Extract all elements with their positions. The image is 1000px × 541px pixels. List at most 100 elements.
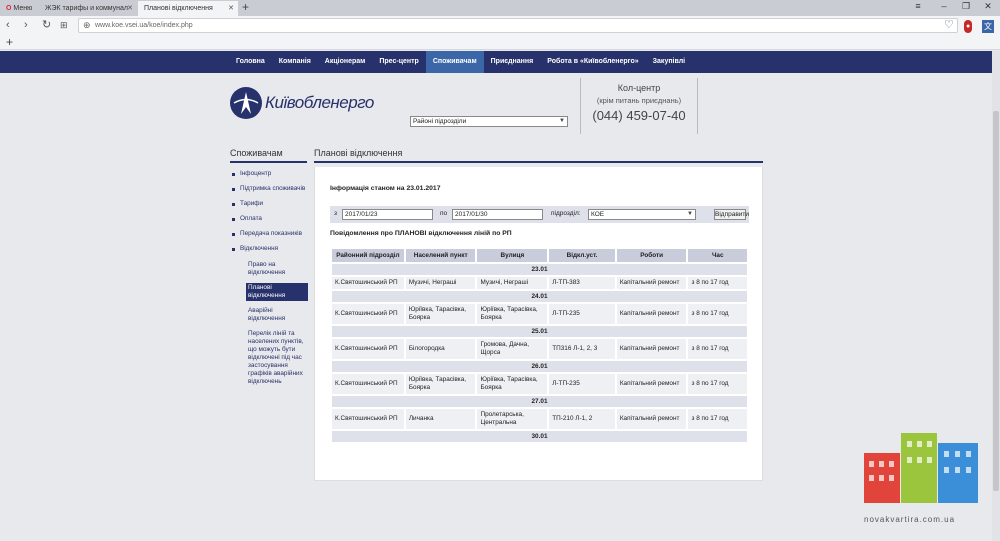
nav-company[interactable]: Компанія xyxy=(272,51,318,73)
close-icon[interactable]: ✕ xyxy=(228,1,234,16)
tab-zhek[interactable]: ЖЭК тарифы и коммунал ✕ xyxy=(39,1,137,16)
tab-label: Меню xyxy=(13,5,33,12)
sidebar-title: Споживачам xyxy=(230,148,283,158)
region-select[interactable]: Районі підрозділи ▼ xyxy=(410,116,568,127)
table-cell: ТП-210 Л-1, 2 xyxy=(549,409,615,429)
table-cell: Капітальний ремонт xyxy=(616,304,687,324)
minimize-icon[interactable]: – xyxy=(936,1,952,11)
chevron-down-icon: ▼ xyxy=(687,211,693,217)
filter-bar: з 2017/01/23 по 2017/01/30 підрозділ: КО… xyxy=(330,206,749,223)
table-cell: з 8 по 17 год xyxy=(688,304,747,324)
table-cell: Личанка xyxy=(405,409,476,429)
table-cell: з 8 по 17 год xyxy=(688,339,747,359)
call-center-subtitle: (крім питань приєднань) xyxy=(596,96,682,105)
sidebar-item-infocenter[interactable]: Інфоцентр xyxy=(230,170,308,178)
nav-press-center[interactable]: Прес-центр xyxy=(372,51,425,73)
table-cell: К.Святошинський РП xyxy=(332,409,404,429)
adblock-icon[interactable]: ● xyxy=(964,20,973,33)
tab-label: Планові відключення xyxy=(144,5,213,12)
sidebar-item-readings[interactable]: Передача показників xyxy=(230,230,308,238)
from-label: з xyxy=(334,210,337,217)
maximize-icon[interactable]: ❐ xyxy=(958,1,974,12)
table-cell: з 8 по 17 год xyxy=(688,277,747,289)
call-center-phone: (044) 459-07-40 xyxy=(592,108,686,123)
date-row: 25.01 xyxy=(332,326,747,337)
date-row: 27.01 xyxy=(332,396,747,407)
table-row: К.Святошинський РП Юріївка, Тарасівка, Б… xyxy=(332,374,747,394)
sidebar-sub-planned-outages[interactable]: Планові відключення xyxy=(246,283,308,301)
table-cell: Пролетарська, Центральна xyxy=(477,409,548,429)
sidebar-item-outages[interactable]: Відключення xyxy=(230,245,308,253)
nav-consumers[interactable]: Споживачам xyxy=(425,51,484,73)
table-row: К.Святошинський РП Юріївка, Тарасівка, Б… xyxy=(332,304,747,324)
reload-icon[interactable]: ↻ xyxy=(42,19,51,32)
date-cell: 24.01 xyxy=(332,291,747,302)
sidebar-item-support[interactable]: Підтримка споживачів xyxy=(230,185,308,193)
table-cell: Л-ТП-383 xyxy=(549,277,615,289)
date-from-input[interactable]: 2017/01/23 xyxy=(342,209,433,220)
table-row: К.Святошинський РП Музичі, Неграші Музич… xyxy=(332,277,747,289)
main-content: Інформація станом на 23.01.2017 з 2017/0… xyxy=(314,167,763,481)
new-tab-button[interactable]: + xyxy=(242,0,249,15)
nav-careers[interactable]: Робота в «Київобленерго» xyxy=(540,51,645,73)
heart-icon[interactable]: ♡ xyxy=(944,19,954,32)
back-icon[interactable]: ‹ xyxy=(6,19,10,32)
bookmarks-bar: + xyxy=(0,35,1000,50)
scrollbar[interactable] xyxy=(992,51,1000,541)
nav-home[interactable]: Головна xyxy=(229,51,272,73)
outages-table: Районний підрозділ Населений пункт Вулиц… xyxy=(330,247,749,444)
region-select-value: Районі підрозділи xyxy=(413,118,467,125)
unit-select[interactable]: КОЕ ▼ xyxy=(588,209,696,220)
table-cell: Музичі, Неграші xyxy=(405,277,476,289)
table-cell: Юріївка, Тарасівка, Боярка xyxy=(477,304,548,324)
logo-icon xyxy=(230,87,262,119)
nav-connection[interactable]: Приєднання xyxy=(484,51,541,73)
sidebar-item-payment[interactable]: Оплата xyxy=(230,215,308,223)
page-title: Планові відключення xyxy=(314,148,403,158)
sidebar-item-tariffs[interactable]: Тарифи xyxy=(230,200,308,208)
table-cell: Музичі, Неграші xyxy=(477,277,548,289)
unit-select-value: КОЕ xyxy=(591,211,605,218)
translate-icon[interactable]: 文 xyxy=(982,20,994,33)
col-header: Роботи xyxy=(616,249,687,262)
date-row: 30.01 xyxy=(332,431,747,442)
watermark-logo xyxy=(864,433,978,503)
info-date: Інформація станом на 23.01.2017 xyxy=(330,185,441,192)
browser-nav-bar: ‹ › ↻ ⊞ ⊕ www.koe.vsei.ua/koe/index.php … xyxy=(0,16,1000,35)
submit-button[interactable]: Відправити xyxy=(714,209,749,220)
opera-icon: O xyxy=(6,5,12,12)
sidebar-sub-emergency-outages[interactable]: Аварійні відключення xyxy=(246,306,308,324)
chevron-down-icon: ▼ xyxy=(559,118,565,124)
site-top-nav: Головна Компанія Акціонерам Прес-центр С… xyxy=(0,51,992,73)
table-cell: Капітальний ремонт xyxy=(616,277,687,289)
table-cell: К.Святошинський РП xyxy=(332,304,404,324)
table-header-row: Районний підрозділ Населений пункт Вулиц… xyxy=(332,249,747,262)
close-icon[interactable]: ✕ xyxy=(127,1,133,16)
nav-procurement[interactable]: Закупівлі xyxy=(646,51,692,73)
table-cell: ТП316 Л-1, 2, 3 xyxy=(549,339,615,359)
sidebar: Інфоцентр Підтримка споживачів Тарифи Оп… xyxy=(230,170,308,392)
tab-planned-outages[interactable]: Планові відключення ✕ xyxy=(138,1,238,16)
site-logo[interactable]: Київобленерго xyxy=(230,87,374,119)
sidebar-sub-right-to-disconnect[interactable]: Право на відключення xyxy=(246,260,308,278)
scrollbar-thumb[interactable] xyxy=(993,111,999,491)
col-header: Населений пункт xyxy=(405,249,476,262)
table-cell: Громова, Дачна, Щорса xyxy=(477,339,548,359)
notice-text: Повідомлення про ПЛАНОВІ відключення лін… xyxy=(330,230,512,237)
tab-menu[interactable]: O Меню xyxy=(0,1,38,16)
date-row: 26.01 xyxy=(332,361,747,372)
add-bookmark-button[interactable]: + xyxy=(6,35,13,49)
tab-label: ЖЭК тарифы и коммунал xyxy=(45,5,129,12)
sidebar-sub-lines-list[interactable]: Перелік ліній та населених пунктів, що м… xyxy=(246,329,308,387)
table-row: К.Святошинський РП Личанка Пролетарська,… xyxy=(332,409,747,429)
close-window-icon[interactable]: ✕ xyxy=(980,1,996,12)
nav-shareholders[interactable]: Акціонерам xyxy=(318,51,373,73)
date-to-input[interactable]: 2017/01/30 xyxy=(452,209,543,220)
table-cell: К.Святошинський РП xyxy=(332,374,404,394)
tabs-menu-icon[interactable]: ≡ xyxy=(910,1,926,11)
table-cell: К.Святошинський РП xyxy=(332,277,404,289)
forward-icon[interactable]: › xyxy=(24,19,28,32)
speed-dial-icon[interactable]: ⊞ xyxy=(60,19,68,32)
address-bar[interactable]: ⊕ www.koe.vsei.ua/koe/index.php xyxy=(78,18,958,33)
date-cell: 25.01 xyxy=(332,326,747,337)
